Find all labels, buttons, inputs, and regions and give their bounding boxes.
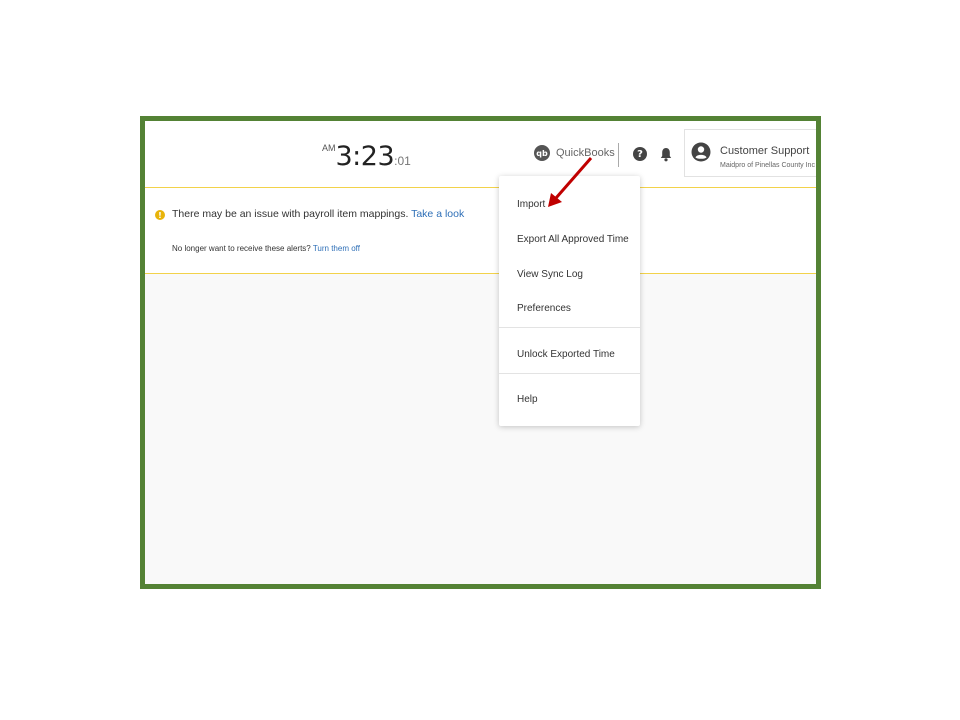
user-organization: Maidpro of Pinellas County Inc: [720, 162, 815, 169]
alert-optout: No longer want to receive these alerts? …: [172, 244, 360, 253]
alert-message: There may be an issue with payroll item …: [172, 208, 464, 220]
menu-item-view-sync-log[interactable]: View Sync Log: [499, 262, 640, 288]
menu-item-unlock-exported-time[interactable]: Unlock Exported Time: [499, 342, 640, 368]
menu-divider: [499, 373, 640, 374]
clock-ampm: AM: [322, 143, 336, 153]
menu-item-preferences[interactable]: Preferences: [499, 296, 640, 322]
quickbooks-label: QuickBooks: [556, 147, 615, 159]
warning-icon: !: [155, 210, 165, 220]
menu-item-export-all-approved-time[interactable]: Export All Approved Time: [499, 227, 640, 253]
user-avatar-icon: [691, 142, 711, 167]
clock-seconds: :01: [394, 154, 411, 168]
alert-message-text: There may be an issue with payroll item …: [172, 208, 409, 220]
app-frame: AM3:23:01 qb QuickBooks ? Customer Suppo…: [140, 116, 821, 589]
clock: AM3:23:01: [322, 141, 411, 172]
user-account-button[interactable]: Customer Support Maidpro of Pinellas Cou…: [684, 129, 816, 177]
turn-them-off-link[interactable]: Turn them off: [313, 244, 360, 253]
quickbooks-menu-button[interactable]: qb QuickBooks: [534, 145, 615, 161]
menu-divider: [499, 327, 640, 328]
clock-time: 3:23: [335, 141, 395, 172]
quickbooks-logo-icon: qb: [534, 145, 550, 161]
user-name: Customer Support: [720, 145, 810, 157]
alert-banner: ! There may be an issue with payroll ite…: [145, 187, 816, 274]
header-divider: [618, 143, 619, 167]
quickbooks-dropdown-menu: Import Export All Approved Time View Syn…: [499, 176, 640, 426]
top-bar: AM3:23:01 qb QuickBooks ? Customer Suppo…: [145, 121, 816, 188]
alert-optout-text: No longer want to receive these alerts?: [172, 244, 311, 253]
take-a-look-link[interactable]: Take a look: [411, 208, 464, 220]
help-icon[interactable]: ?: [633, 147, 647, 161]
bell-icon[interactable]: [660, 147, 672, 167]
menu-item-help[interactable]: Help: [499, 387, 640, 413]
menu-item-import[interactable]: Import: [499, 192, 640, 218]
